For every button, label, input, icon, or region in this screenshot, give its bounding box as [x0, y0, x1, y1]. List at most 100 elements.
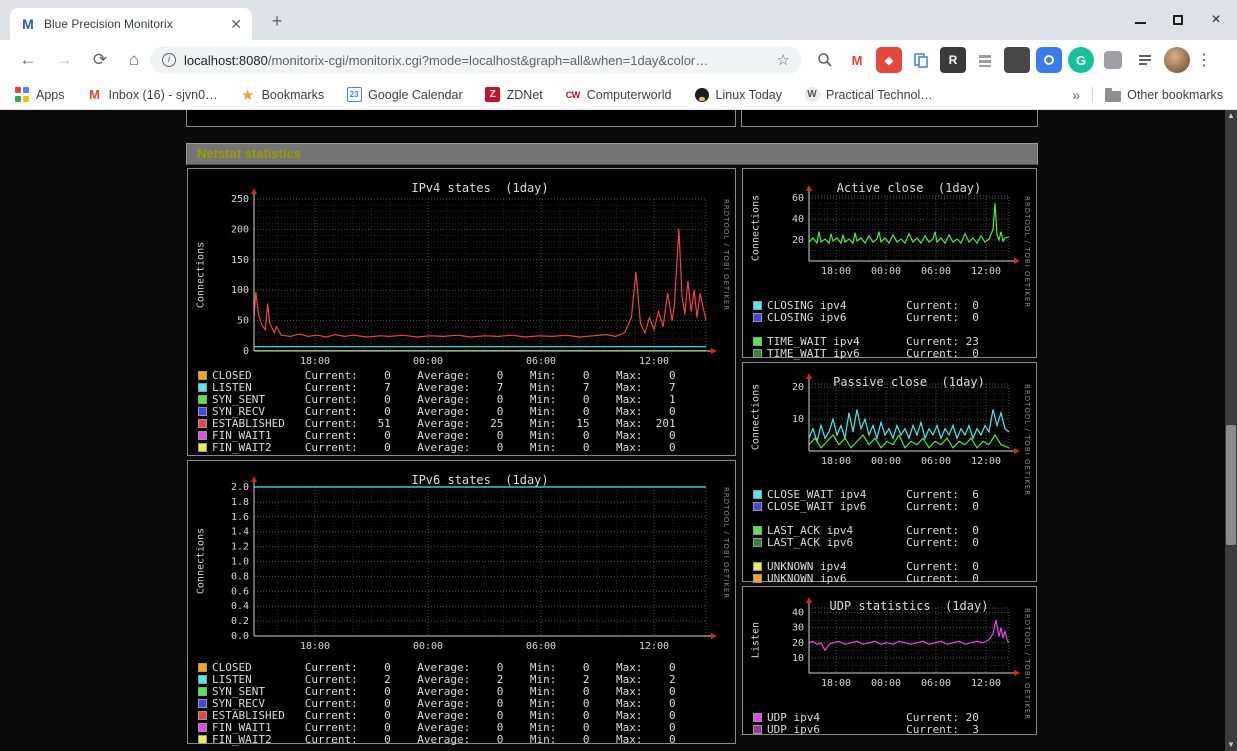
y-tick-label: 100 [231, 285, 249, 296]
section-title: Netstat statistics [197, 146, 302, 161]
legend-color-swatch [198, 382, 207, 392]
legend-row: CLOSE_WAIT ipv4 Current: 6 [753, 488, 979, 501]
legend-row: FIN_WAIT1 Current: 0 Average: 0 Min: 0 M… [198, 721, 676, 734]
legend-text: UNKNOWN ipv6 Current: 0 [767, 571, 979, 585]
legend-color-swatch [753, 525, 762, 535]
section-header: Netstat statistics [186, 143, 1038, 165]
browser-tab[interactable]: M Blue Precision Monitorix ✕ [10, 8, 252, 40]
screenshot-camera-icon[interactable] [1036, 47, 1062, 73]
home-button[interactable]: ⌂ [122, 48, 146, 72]
extensions-puzzle-icon[interactable] [1100, 47, 1126, 73]
legend-row: TIME_WAIT ipv6 Current: 0 [753, 346, 979, 360]
bookmarks-divider [1092, 86, 1094, 103]
legend-color-swatch [198, 710, 207, 720]
chart-legend: CLOSED Current: 0 Average: 0 Min: 0 Max:… [198, 369, 676, 454]
x-tick-label: 18:00 [821, 266, 851, 277]
chart-panel-passive-close: 18:00 00:00 06:00 12:00 10 20 Passive close (… [742, 362, 1037, 585]
legend-row: LAST_ACK ipv4 Current: 0 [753, 524, 979, 537]
page-scrollbar[interactable]: ▲ ▼ [1225, 110, 1237, 751]
legend-row: FIN_WAIT2 Current: 0 Average: 0 Min: 0 M… [198, 441, 676, 454]
y-tick-label: 0.8 [231, 571, 249, 582]
gmail-icon[interactable]: M [844, 47, 870, 73]
y-axis-label: Connections [195, 527, 207, 595]
legend-color-swatch [198, 430, 207, 440]
page-info-icon[interactable]: i [162, 53, 176, 67]
linux-today-icon [694, 87, 709, 102]
y-tick-label: 10 [792, 414, 804, 425]
other-bookmarks[interactable]: Other bookmarks [1105, 87, 1223, 103]
reload-button[interactable]: ⟳ [88, 48, 112, 72]
chart-title: Passive close (1day) [833, 375, 985, 389]
legend-text: TIME_WAIT ipv6 Current: 0 [767, 346, 979, 360]
bookmark-label: Other bookmarks [1127, 87, 1223, 102]
bookmark-linux-today[interactable]: Linux Today [694, 87, 782, 103]
rrdtool-watermark: RRDTOOL / TOBI OETIKER [722, 199, 730, 312]
zdnet-icon: Z [485, 87, 501, 102]
legend-color-swatch [753, 561, 762, 571]
window-close-button[interactable]: × [1209, 12, 1223, 28]
scrollbar-up-arrow[interactable]: ▲ [1225, 110, 1237, 122]
x-tick-label: 12:00 [639, 641, 669, 652]
bookmark-zdnet[interactable]: Z ZDNet [485, 87, 543, 103]
forward-button[interactable]: → [52, 48, 76, 72]
url-text: localhost:8080/monitorix-cgi/monitorix.c… [184, 52, 709, 68]
y-tick-label: 1.4 [231, 527, 249, 538]
scrollbar-thumb[interactable] [1226, 425, 1236, 545]
minimize-button[interactable] [1133, 13, 1147, 27]
legend-color-swatch [198, 394, 207, 404]
dark-extension-icon[interactable] [1004, 47, 1030, 73]
red-extension-icon[interactable]: ◆ [876, 47, 902, 73]
profile-avatar[interactable] [1164, 47, 1190, 73]
legend-row: CLOSING ipv4 Current: 0 [753, 299, 979, 312]
address-bar[interactable]: i localhost:8080/monitorix-cgi/monitorix… [150, 46, 802, 74]
legend-row: UDP ipv4 Current: 20 [753, 711, 979, 724]
grammarly-icon[interactable]: G [1068, 47, 1094, 73]
reading-list-icon[interactable] [1132, 47, 1158, 73]
x-tick-label: 00:00 [413, 641, 443, 652]
x-tick-label: 12:00 [971, 456, 1001, 467]
legend-color-swatch [198, 722, 207, 732]
bookmark-apps[interactable]: Apps [14, 87, 65, 103]
copy-pages-icon[interactable] [908, 47, 934, 73]
legend-color-swatch [198, 406, 207, 416]
bookmark-inbox[interactable]: M Inbox (16) - sjvn0… [87, 87, 218, 103]
bookmark-practical-technology[interactable]: W Practical Technol… [804, 87, 933, 103]
tab-close-icon[interactable]: ✕ [230, 16, 242, 33]
legend-color-swatch [753, 501, 762, 511]
y-tick-label: 1.8 [231, 497, 249, 508]
bookmarks-overflow-chevron[interactable]: » [1072, 87, 1080, 103]
maximize-button[interactable] [1171, 13, 1185, 27]
scrollbar-down-arrow[interactable]: ▼ [1225, 739, 1237, 751]
x-tick-label: 00:00 [871, 456, 901, 467]
bookmark-star-icon[interactable]: ☆ [777, 51, 790, 69]
y-tick-label: 30 [792, 623, 804, 634]
legend-color-swatch [753, 573, 762, 583]
stack-icon[interactable] [972, 47, 998, 73]
search-icon[interactable] [812, 47, 838, 73]
legend-row: LISTEN Current: 7 Average: 7 Min: 7 Max:… [198, 381, 676, 394]
legend-row: FIN_WAIT2 Current: 0 Average: 0 Min: 0 M… [198, 733, 676, 746]
x-tick-label: 00:00 [871, 678, 901, 689]
chart-panel-ipv4-states: 18:00 00:00 06:00 12:00 0 50 100 150 200 250 IPv4… [187, 168, 736, 456]
legend-color-swatch [753, 336, 762, 346]
back-button[interactable]: ← [16, 48, 40, 72]
legend-color-swatch [753, 348, 762, 358]
legend-color-swatch [198, 674, 207, 684]
y-tick-label: 60 [792, 193, 804, 204]
bookmark-computerworld[interactable]: CW Computerworld [565, 87, 672, 103]
legend-spacer [753, 548, 979, 560]
y-tick-label: 0.4 [231, 601, 249, 612]
legend-row: SYN_SENT Current: 0 Average: 0 Min: 0 Ma… [198, 393, 676, 406]
legend-row: UNKNOWN ipv4 Current: 0 [753, 560, 979, 573]
x-tick-label: 06:00 [526, 356, 556, 367]
bookmark-google-calendar[interactable]: 23 Google Calendar [346, 87, 463, 103]
bookmark-label: Practical Technol… [826, 87, 933, 102]
legend-color-swatch [753, 312, 762, 322]
tab-title: Blue Precision Monitorix [44, 17, 173, 31]
r-extension-icon[interactable]: R [940, 47, 966, 73]
browser-menu-icon[interactable]: ⋮ [1196, 50, 1212, 70]
star-icon: ★ [240, 86, 255, 104]
bookmark-bookmarks[interactable]: ★ Bookmarks [240, 86, 324, 104]
bookmark-label: ZDNet [506, 87, 543, 102]
new-tab-button[interactable]: + [266, 10, 288, 32]
